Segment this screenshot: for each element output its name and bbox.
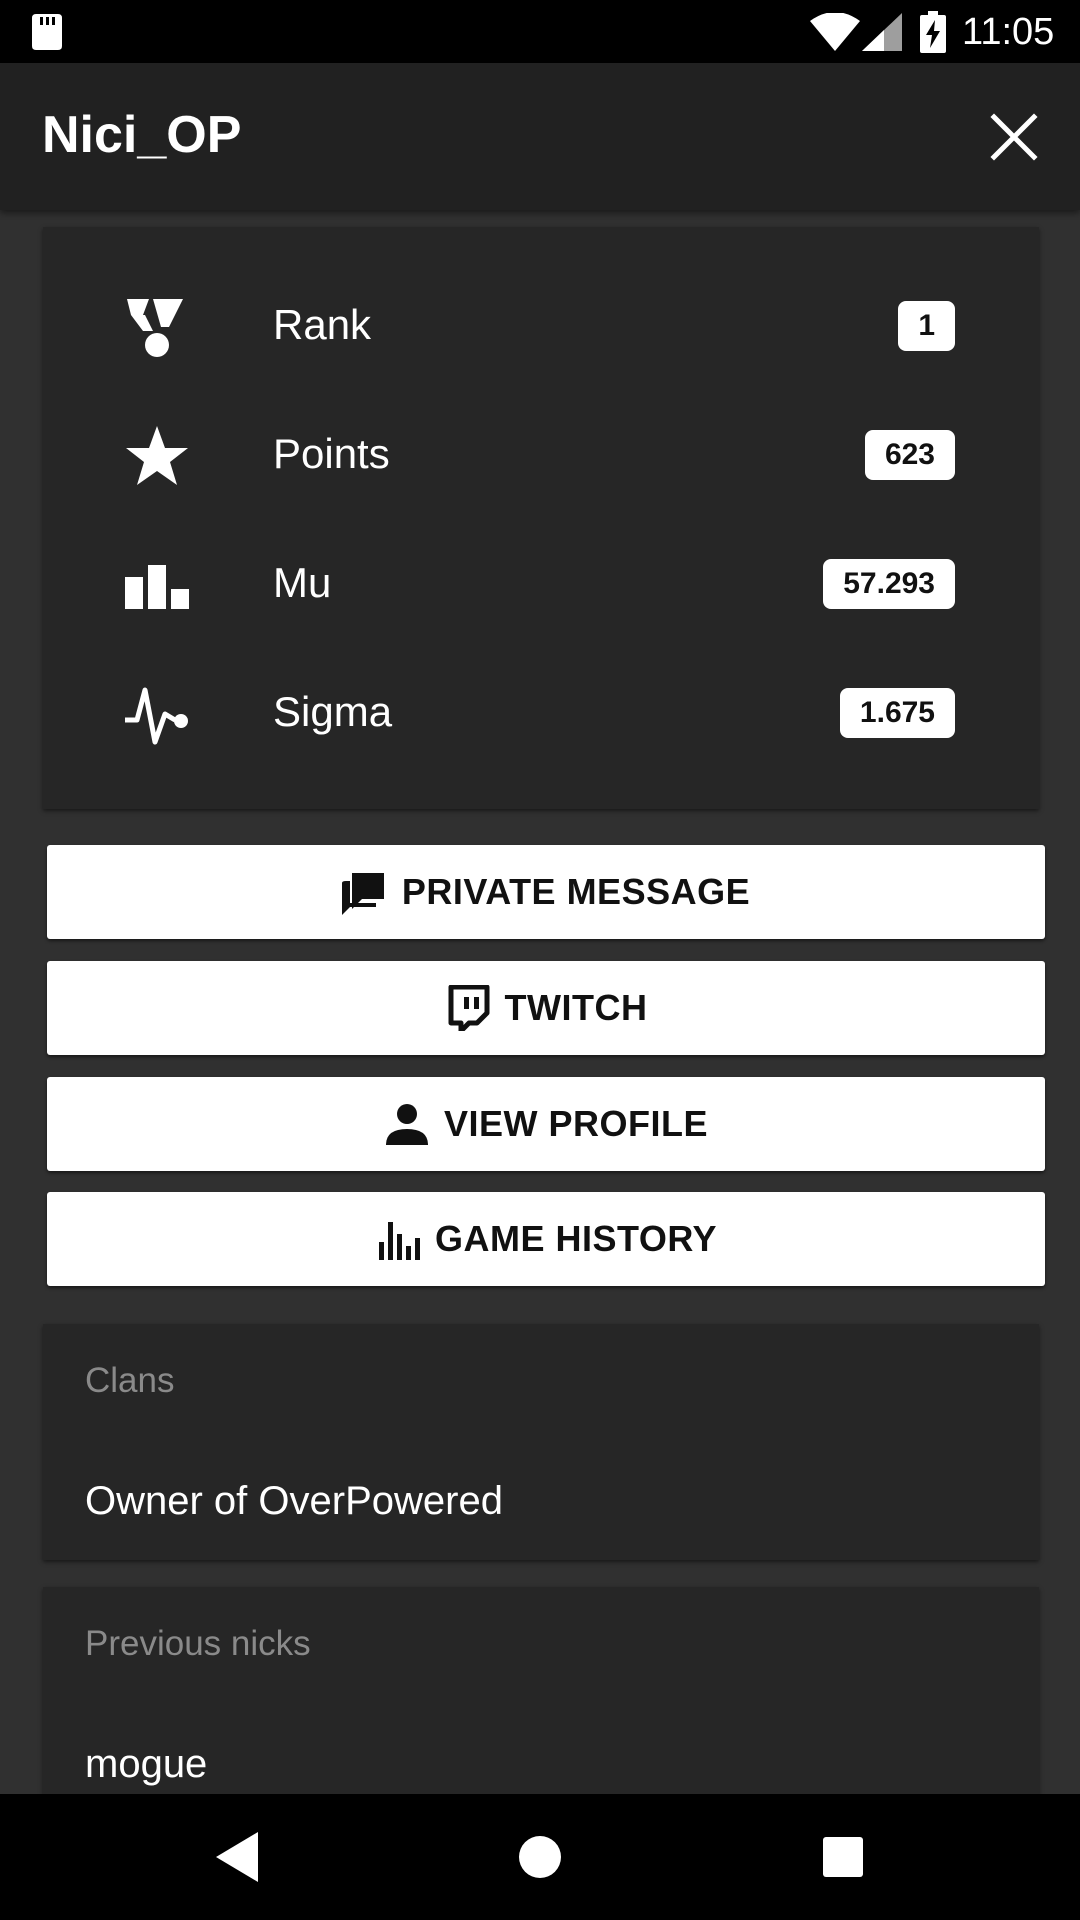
twitch-icon [448, 985, 490, 1031]
stat-label: Rank [273, 301, 372, 348]
pulse-icon [125, 687, 188, 745]
wifi-icon [810, 13, 860, 51]
clans-heading: Clans [85, 1361, 175, 1400]
stat-value-badge: 1 [898, 301, 955, 351]
recents-icon[interactable] [810, 1824, 876, 1890]
navigation-bar [0, 1794, 1080, 1920]
stat-value-badge: 1.675 [839, 688, 955, 738]
stat-row-mu: Mu 57.293 [43, 537, 1039, 627]
previous-nicks-heading: Previous nicks [85, 1624, 311, 1663]
player-name-title: Nici_OP [42, 106, 242, 164]
game-history-label: GAME HISTORY [434, 1218, 718, 1259]
stat-row-rank: Rank 1 [43, 279, 1039, 369]
stat-row-points: Points 623 [43, 408, 1039, 498]
view-profile-button[interactable]: VIEW PROFILE [47, 1077, 1045, 1171]
stat-row-sigma: Sigma 1.675 [43, 666, 1039, 756]
person-icon [385, 1104, 428, 1145]
game-history-button[interactable]: GAME HISTORY [47, 1192, 1045, 1286]
battery-charging-icon [920, 11, 946, 53]
stat-value-badge: 623 [864, 430, 955, 480]
status-clock: 11:05 [962, 11, 1055, 53]
status-bar: 11:05 [0, 0, 1080, 63]
signal-icon [862, 13, 902, 51]
stat-value-badge: 57.293 [823, 559, 955, 609]
stats-card: Rank 1 Points 623 Mu 57.293 Sigma 1.675 [43, 227, 1039, 809]
stat-label: Sigma [273, 688, 393, 735]
app-bar: Nici_OP [0, 63, 1080, 210]
medal-icon [127, 299, 183, 357]
home-icon[interactable] [507, 1824, 573, 1890]
twitch-label: TWITCH [504, 987, 648, 1028]
equalizer-icon [378, 1222, 420, 1260]
previous-nick-item: mogue [85, 1742, 208, 1786]
back-icon[interactable] [204, 1824, 270, 1890]
forum-icon [341, 873, 384, 915]
close-icon[interactable] [984, 107, 1044, 167]
view-profile-label: VIEW PROFILE [443, 1103, 708, 1144]
private-message-label: PRIVATE MESSAGE [401, 871, 751, 912]
twitch-button[interactable]: TWITCH [47, 961, 1045, 1055]
sd-card-icon [32, 14, 62, 50]
stat-label: Points [273, 430, 390, 477]
previous-nicks-card: Previous nicks mogue [43, 1587, 1039, 1827]
screen: 11:05 Nici_OP Rank 1 Points 623 Mu 57.29… [0, 0, 1080, 1920]
stat-label: Mu [273, 559, 332, 606]
star-icon [126, 426, 188, 485]
private-message-button[interactable]: PRIVATE MESSAGE [47, 845, 1045, 939]
bar-chart-icon [125, 565, 189, 609]
clans-value: Owner of OverPowered [85, 1479, 503, 1523]
clans-card: Clans Owner of OverPowered [43, 1324, 1039, 1560]
